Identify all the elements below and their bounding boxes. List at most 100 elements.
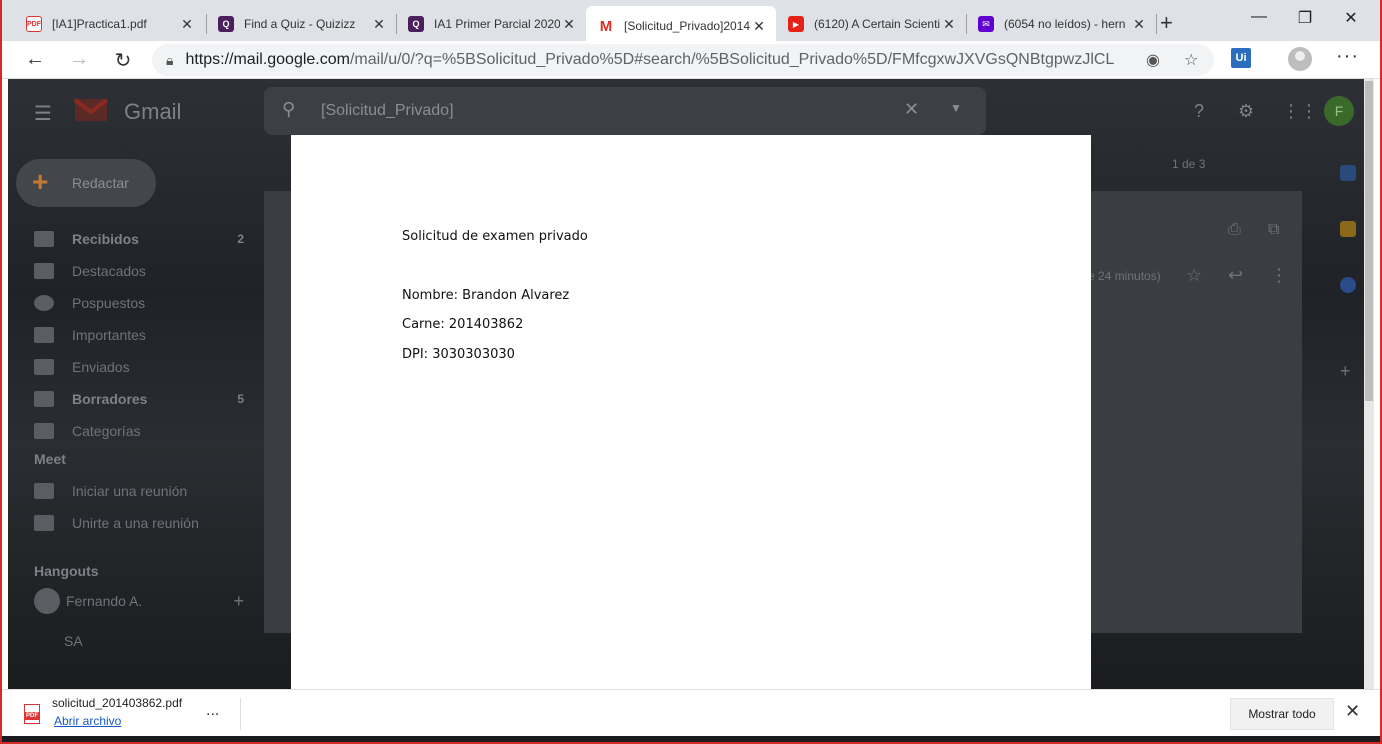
url-path: /mail/u/0/?q=%5BSolicitud_Privado%5D#sea… [349, 51, 1116, 68]
hangouts-contact[interactable]: SA [34, 627, 244, 655]
forward-button[interactable]: → [66, 48, 92, 71]
nav-item-recibidos[interactable]: Recibidos 2 [34, 225, 244, 253]
draft-icon [34, 391, 54, 407]
hangouts-user[interactable]: Fernando A. + [34, 587, 244, 615]
settings-gear-icon[interactable]: ⚙ [1238, 101, 1254, 122]
account-avatar[interactable]: F [1324, 96, 1354, 126]
nav-item-categorias[interactable]: Categorías [34, 417, 244, 445]
meet-start-meeting[interactable]: Iniciar una reunión [34, 477, 244, 505]
close-download-bar-icon[interactable]: ✕ [1345, 701, 1360, 722]
restore-button[interactable]: ❐ [1290, 8, 1320, 28]
help-icon[interactable]: ? [1194, 101, 1204, 122]
pdf-preview-page: Solicitud de examen privado Nombre: Bran… [291, 135, 1091, 689]
compose-label: Redactar [72, 175, 129, 191]
add-addon-icon[interactable]: + [1340, 361, 1351, 382]
pager-text: 1 de 3 [1172, 157, 1206, 171]
star-icon[interactable]: ☆ [1186, 265, 1202, 286]
tab-label: [Solicitud_Privado]2014 [624, 19, 750, 33]
close-icon[interactable]: ✕ [940, 16, 958, 33]
tab-solicitud-privado[interactable]: M [Solicitud_Privado]2014 ✕ [586, 6, 776, 46]
nav-count: 2 [237, 232, 244, 246]
browser-menu-button[interactable]: ··· [1336, 45, 1359, 68]
menu-icon[interactable]: ☰ [34, 101, 52, 126]
nav-label: Unirte a una reunión [72, 515, 199, 531]
close-icon[interactable]: ✕ [750, 18, 768, 35]
nav-item-pospuestos[interactable]: Pospuestos [34, 289, 244, 317]
nav-item-destacados[interactable]: Destacados [34, 257, 244, 285]
close-icon[interactable]: ✕ [178, 16, 196, 33]
lock-icon: 🔒︎ [166, 51, 174, 68]
document-title: Solicitud de examen privado [402, 229, 588, 244]
url-host: https://mail.google.com [185, 51, 350, 68]
new-tab-button[interactable]: + [1160, 12, 1173, 34]
nav-label: Enviados [72, 359, 130, 375]
gmail-header: ☰ Gmail ⚲ [Solicitud_Privado] ✕ ▼ ? ⚙ ⋮⋮… [8, 79, 1374, 143]
download-more-button[interactable]: ... [206, 702, 219, 720]
nav-count: 5 [237, 392, 244, 406]
star-icon[interactable]: ☆ [1184, 50, 1198, 70]
nav-label: Borradores [72, 391, 148, 407]
tab-find-quiz[interactable]: Q Find a Quiz - Quizizz ✕ [206, 8, 396, 40]
page-scrollbar[interactable] [1364, 79, 1374, 689]
uipath-extension-icon[interactable]: Ui [1231, 48, 1251, 68]
download-separator [240, 698, 241, 730]
hangouts-contact-name: SA [64, 633, 83, 649]
video-camera-icon [34, 483, 54, 499]
add-icon[interactable]: + [214, 591, 244, 612]
nav-label: Recibidos [72, 231, 139, 247]
side-panel: + [1326, 143, 1366, 689]
meet-join-meeting[interactable]: Unirte a una reunión [34, 509, 244, 537]
nav-label: Pospuestos [72, 295, 146, 311]
back-button[interactable]: ← [22, 48, 48, 71]
close-icon[interactable]: ✕ [1130, 16, 1148, 33]
gmail-search-bar[interactable]: ⚲ [Solicitud_Privado] ✕ ▼ [264, 87, 986, 135]
hangouts-user-name: Fernando A. [66, 593, 143, 609]
close-icon[interactable]: ✕ [560, 16, 578, 33]
more-vert-icon[interactable]: ⋮ [1270, 265, 1288, 286]
gmail-wordmark: Gmail [124, 99, 182, 124]
calendar-icon[interactable] [1340, 165, 1356, 181]
search-icon[interactable]: ⚲ [282, 99, 295, 120]
nav-item-importantes[interactable]: Importantes [34, 321, 244, 349]
search-options-icon[interactable]: ▼ [950, 101, 962, 115]
tab-primer-parcial[interactable]: Q IA1 Primer Parcial 2020 ✕ [396, 8, 586, 40]
close-icon[interactable]: ✕ [370, 16, 388, 33]
tab-label: [IA1]Practica1.pdf [52, 17, 147, 31]
profile-avatar[interactable] [1288, 47, 1312, 71]
clear-search-icon[interactable]: ✕ [904, 99, 919, 120]
youtube-icon: ▶ [788, 16, 804, 32]
tab-practica-pdf[interactable]: PDF [IA1]Practica1.pdf ✕ [14, 8, 204, 40]
document-dpi-line: DPI: 3030303030 [402, 347, 515, 362]
scrollbar-thumb[interactable] [1365, 81, 1373, 401]
plus-icon: + [32, 166, 49, 197]
compose-button[interactable]: + Redactar [16, 159, 156, 207]
send-icon [34, 359, 54, 375]
nav-label: Destacados [72, 263, 146, 279]
reload-button[interactable]: ↻ [110, 48, 136, 73]
star-icon [34, 263, 54, 279]
taskbar-strip [0, 736, 1382, 744]
mail-icon: ✉ [978, 16, 994, 32]
pdf-file-icon [24, 704, 40, 724]
close-window-button[interactable]: ✕ [1336, 8, 1366, 28]
nav-item-enviados[interactable]: Enviados [34, 353, 244, 381]
print-icon[interactable]: ⎙ [1228, 221, 1241, 239]
nav-item-borradores[interactable]: Borradores 5 [34, 385, 244, 413]
address-bar[interactable]: 🔒︎ https://mail.google.com/mail/u/0/?q=%… [152, 44, 1214, 76]
show-all-button[interactable]: Mostrar todo [1230, 698, 1334, 730]
reply-icon[interactable]: ↩ [1228, 265, 1243, 286]
minimize-button[interactable]: — [1244, 8, 1274, 26]
pdf-icon: PDF [26, 16, 42, 32]
download-filename[interactable]: solicitud_201403862.pdf [52, 696, 182, 710]
keep-icon[interactable] [1340, 221, 1356, 237]
nav-label: Iniciar una reunión [72, 483, 188, 499]
tab-youtube[interactable]: ▶ (6120) A Certain Scienti ✕ [776, 8, 966, 40]
tasks-icon[interactable] [1340, 277, 1356, 293]
meet-header: Meet [34, 451, 66, 467]
apps-grid-icon[interactable]: ⋮⋮ [1282, 101, 1318, 122]
tracking-icon[interactable]: ◉ [1146, 50, 1160, 70]
open-new-window-icon[interactable]: ⧉ [1268, 221, 1279, 239]
document-carne-line: Carne: 201403862 [402, 317, 524, 332]
open-file-link[interactable]: Abrir archivo [54, 714, 121, 728]
tab-yahoo-mail[interactable]: ✉ (6054 no leídos) - hern ✕ [966, 8, 1156, 40]
